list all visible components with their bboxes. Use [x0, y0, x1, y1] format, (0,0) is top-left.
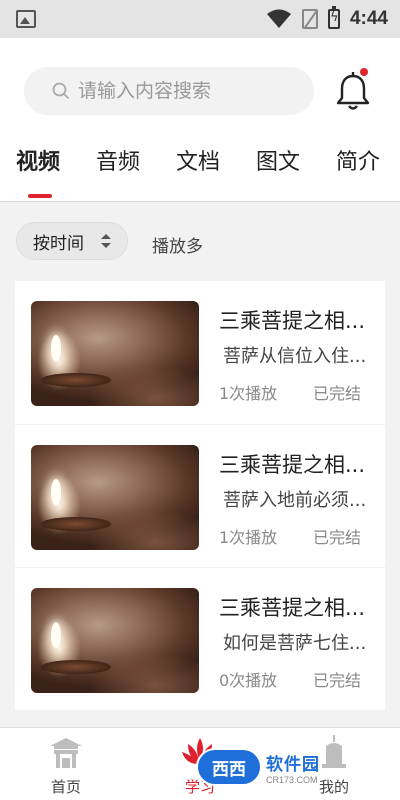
- notification-button[interactable]: [333, 68, 373, 113]
- sort-by-plays-button[interactable]: 播放多: [152, 232, 203, 257]
- bell-icon: [336, 72, 370, 110]
- watermark-text: 软件园: [266, 754, 320, 775]
- video-thumbnail[interactable]: [31, 445, 199, 550]
- notification-badge: [360, 68, 368, 76]
- status-label: 已完结: [313, 384, 362, 403]
- video-list: 三乘菩提之相... 菩萨从信位入住... 1次播放 已完结 三乘菩提之相... …: [15, 281, 385, 710]
- status-bar: 4:44: [0, 0, 400, 38]
- sort-by-time-label: 按时间: [33, 233, 84, 254]
- status-label: 已完结: [313, 671, 362, 690]
- content-tabs: 视频 音频 文档 图文 简介: [0, 138, 400, 202]
- search-icon: [52, 82, 70, 100]
- play-count: 1次播放: [219, 384, 278, 403]
- tab-image-text[interactable]: 图文: [256, 144, 300, 176]
- tab-video[interactable]: 视频: [16, 144, 60, 176]
- active-tab-indicator: [28, 194, 52, 198]
- watermark-badge: 西西: [198, 750, 260, 784]
- image-notification-icon: [16, 10, 36, 28]
- search-bar[interactable]: [24, 67, 314, 115]
- battery-charging-icon: [327, 6, 340, 29]
- list-item[interactable]: 三乘菩提之相... 如何是菩萨七住... 0次播放 已完结: [15, 567, 385, 709]
- sort-by-time-button[interactable]: 按时间: [16, 222, 128, 260]
- video-thumbnail[interactable]: [31, 588, 199, 693]
- video-thumbnail[interactable]: [31, 301, 199, 406]
- play-count: 1次播放: [219, 528, 278, 547]
- temple-icon: [50, 738, 82, 768]
- tab-intro[interactable]: 简介: [336, 144, 380, 176]
- video-subtitle: 菩萨从信位入住...: [223, 346, 367, 367]
- video-title: 三乘菩提之相...: [219, 596, 366, 620]
- list-item[interactable]: 三乘菩提之相... 菩萨从信位入住... 1次播放 已完结: [15, 281, 385, 423]
- video-subtitle: 如何是菩萨七住...: [223, 633, 367, 654]
- video-title: 三乘菩提之相...: [219, 453, 366, 477]
- video-title: 三乘菩提之相...: [219, 309, 366, 333]
- sort-arrows-icon: [101, 234, 111, 248]
- play-count: 0次播放: [219, 671, 278, 690]
- no-sim-icon: [301, 9, 318, 29]
- watermark-logo: 西西 软件园 CR173.COM: [198, 747, 394, 787]
- header: 视频 音频 文档 图文 简介: [0, 38, 400, 202]
- status-label: 已完结: [313, 528, 362, 547]
- nav-home-label: 首页: [50, 778, 81, 796]
- sort-bar: 按时间 播放多: [0, 202, 400, 278]
- search-input[interactable]: [78, 80, 298, 102]
- list-item[interactable]: 三乘菩提之相... 菩萨入地前必须... 1次播放 已完结: [15, 424, 385, 566]
- wifi-icon: [266, 9, 291, 28]
- nav-home[interactable]: 首页: [26, 728, 106, 800]
- status-icons: 4:44: [266, 0, 388, 38]
- tab-document[interactable]: 文档: [176, 144, 220, 176]
- tab-audio[interactable]: 音频: [96, 144, 140, 176]
- watermark-url: CR173.COM: [266, 774, 318, 785]
- video-subtitle: 菩萨入地前必须...: [223, 490, 367, 511]
- status-time: 4:44: [349, 8, 388, 29]
